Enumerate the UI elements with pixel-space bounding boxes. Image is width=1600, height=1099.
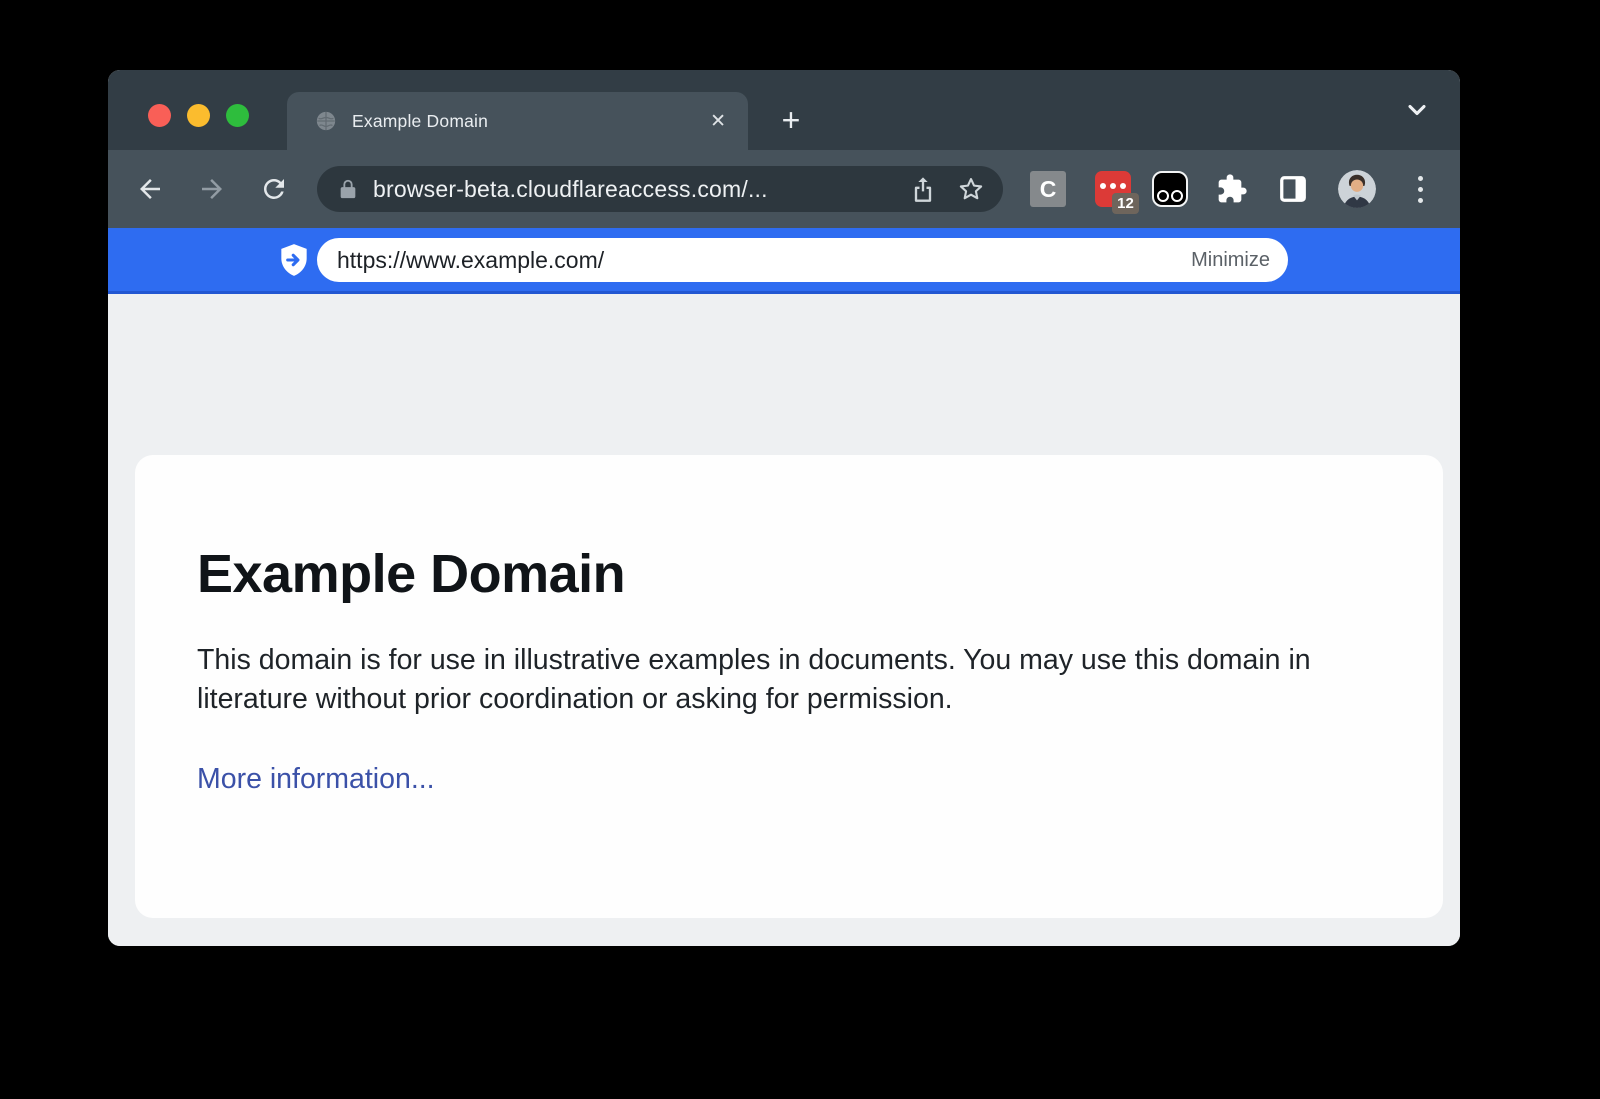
tab-title: Example Domain (352, 111, 710, 132)
three-dots-glyph (1100, 183, 1126, 189)
kebab-dot (1418, 176, 1423, 181)
address-bar-url: browser-beta.cloudflareaccess.com/... (373, 176, 909, 203)
isolation-bar: https://www.example.com/ Minimize (108, 228, 1460, 294)
kebab-dot (1418, 198, 1423, 203)
address-bar[interactable]: browser-beta.cloudflareaccess.com/... (317, 166, 1003, 212)
globe-favicon-icon (315, 110, 337, 132)
chevron-down-icon[interactable] (1403, 96, 1431, 124)
share-icon[interactable] (909, 174, 937, 204)
avatar-photo (1338, 170, 1376, 208)
page-paragraph: This domain is for use in illustrative e… (197, 641, 1347, 719)
page-heading: Example Domain (197, 543, 1383, 605)
extension-c-label: C (1040, 176, 1057, 203)
side-panel-icon (1278, 174, 1308, 204)
close-window-button[interactable] (148, 104, 171, 127)
kebab-dot (1418, 187, 1423, 192)
minimize-window-button[interactable] (187, 104, 210, 127)
reload-button[interactable] (254, 169, 294, 209)
browser-menu-button[interactable] (1408, 173, 1432, 205)
new-tab-button[interactable]: + (771, 100, 811, 140)
extension-c-icon[interactable]: C (1030, 171, 1066, 207)
reload-icon (259, 174, 289, 204)
more-information-link[interactable]: More information... (197, 763, 435, 796)
forward-button[interactable] (192, 169, 232, 209)
profile-avatar[interactable] (1338, 170, 1376, 208)
minimize-button[interactable]: Minimize (1191, 249, 1270, 272)
close-tab-icon[interactable]: ✕ (710, 112, 726, 131)
extension-camera-icon[interactable] (1152, 171, 1188, 207)
tab-example-domain[interactable]: Example Domain ✕ (287, 92, 748, 150)
bookmark-star-icon[interactable] (957, 175, 985, 203)
side-panel-button[interactable] (1275, 171, 1311, 207)
extension-badge: 12 (1112, 193, 1139, 214)
forward-arrow-icon (197, 174, 227, 204)
content-card: Example Domain This domain is for use in… (135, 455, 1443, 918)
tab-strip: Example Domain ✕ + (108, 70, 1460, 150)
isolation-url-value: https://www.example.com/ (337, 247, 1191, 274)
page-viewport: Example Domain This domain is for use in… (108, 294, 1460, 946)
extensions-menu-button[interactable] (1214, 171, 1250, 207)
desktop-background: Example Domain ✕ + (0, 0, 1600, 1099)
shield-arrow-icon (275, 241, 313, 279)
back-button[interactable] (130, 169, 170, 209)
extension-red-dots-icon[interactable]: 12 (1095, 171, 1131, 207)
right-circle-glyph (1171, 190, 1183, 202)
left-circle-glyph (1157, 190, 1169, 202)
fullscreen-window-button[interactable] (226, 104, 249, 127)
browser-window: Example Domain ✕ + (108, 70, 1460, 946)
puzzle-piece-icon (1216, 173, 1248, 205)
lock-icon (337, 176, 359, 202)
back-arrow-icon (135, 174, 165, 204)
window-controls (148, 104, 249, 127)
isolation-url-input[interactable]: https://www.example.com/ Minimize (317, 238, 1288, 282)
browser-toolbar: browser-beta.cloudflareaccess.com/... C … (108, 150, 1460, 228)
